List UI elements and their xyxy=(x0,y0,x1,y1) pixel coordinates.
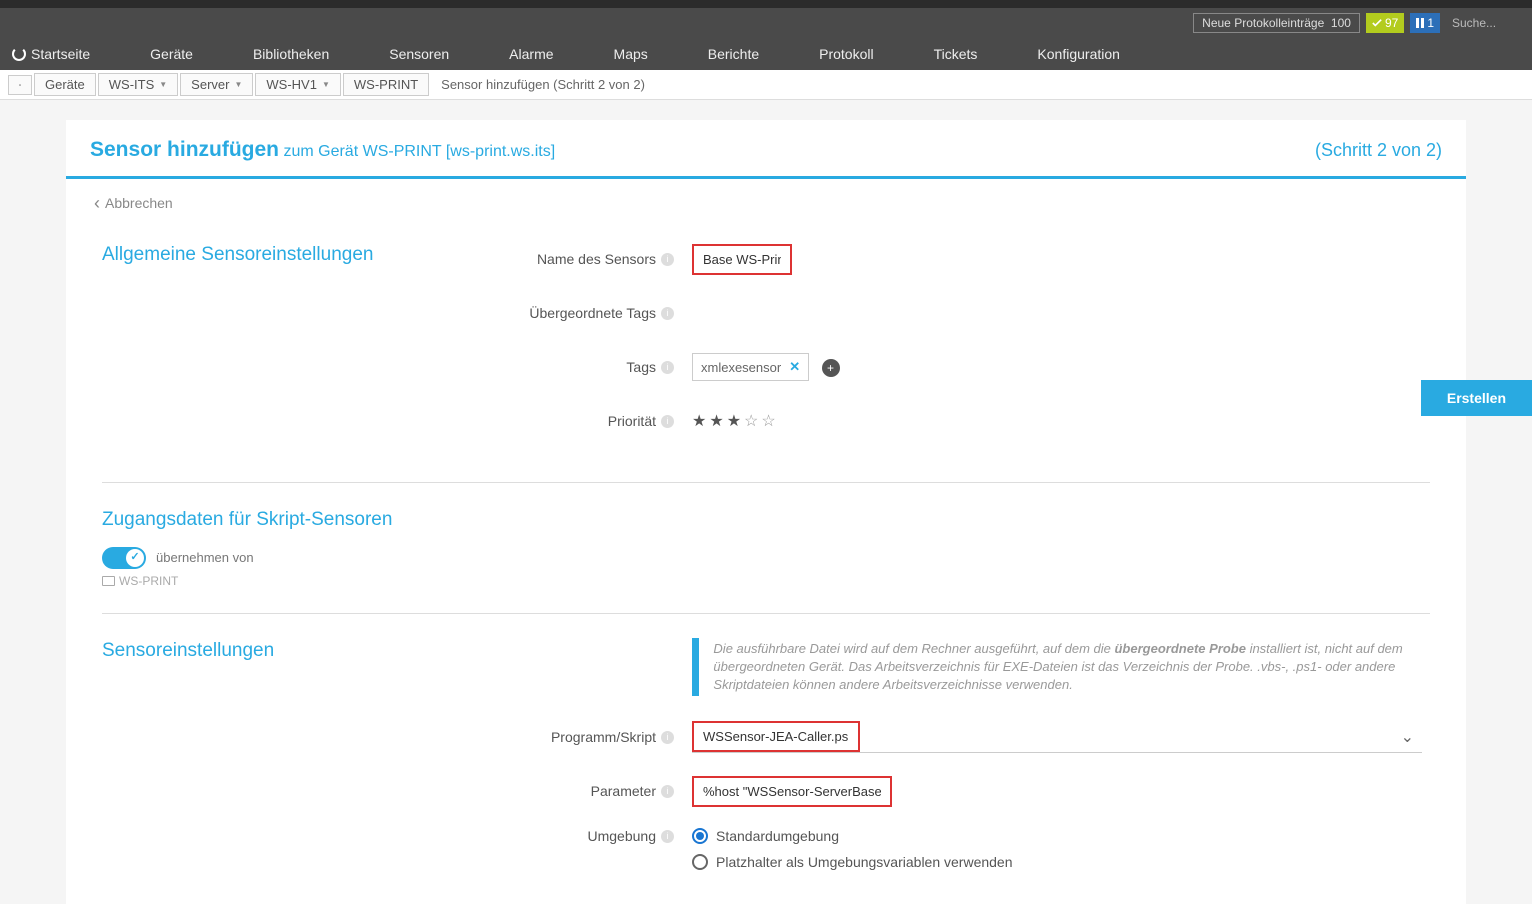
radio-checked-icon xyxy=(692,828,708,844)
search-input[interactable]: Suche... xyxy=(1446,14,1526,32)
tag-pill: xmlexesensor ✕ xyxy=(692,353,809,381)
info-icon[interactable]: i xyxy=(661,785,674,798)
nav-alarms[interactable]: Alarme xyxy=(509,46,553,62)
paused-count: 1 xyxy=(1427,16,1434,30)
nav-tickets[interactable]: Tickets xyxy=(934,46,978,62)
info-bar xyxy=(692,638,699,697)
chevron-down-icon: ▼ xyxy=(234,80,242,89)
priority-label: Priorität xyxy=(608,413,656,429)
chevron-down-icon: ▼ xyxy=(159,80,167,89)
info-icon[interactable]: i xyxy=(661,307,674,320)
star-icon: ★ xyxy=(692,411,706,431)
status-ok-badge[interactable]: 97 xyxy=(1366,13,1404,33)
radio-icon xyxy=(692,854,708,870)
env-option-default[interactable]: Standardumgebung xyxy=(692,828,1430,844)
info-icon[interactable]: i xyxy=(661,361,674,374)
tag-text: xmlexesensor xyxy=(701,360,781,375)
inherit-device-name: WS-PRINT xyxy=(119,573,178,589)
info-icon[interactable]: i xyxy=(661,253,674,266)
status-paused-badge[interactable]: 1 xyxy=(1410,13,1440,33)
breadcrumb-group-wsits[interactable]: WS-ITS ▼ xyxy=(98,73,178,96)
pause-icon xyxy=(1416,18,1424,28)
tag-add-button[interactable]: + xyxy=(822,359,840,377)
environment-label: Umgebung xyxy=(588,828,657,844)
tag-remove-icon[interactable]: ✕ xyxy=(789,359,800,375)
parameter-label: Parameter xyxy=(591,783,656,799)
protocol-label: Neue Protokolleinträge xyxy=(1202,16,1324,30)
star-empty-icon: ☆ xyxy=(761,411,775,431)
refresh-icon xyxy=(12,47,26,61)
ok-count: 97 xyxy=(1385,16,1398,30)
nav-libraries[interactable]: Bibliotheken xyxy=(253,46,329,62)
create-button[interactable]: Erstellen xyxy=(1421,380,1532,416)
section-credentials: Zugangsdaten für Skript-Sensoren xyxy=(102,507,412,533)
step-indicator: (Schritt 2 von 2) xyxy=(1315,140,1442,161)
nav-maps[interactable]: Maps xyxy=(614,46,648,62)
breadcrumb-home[interactable] xyxy=(8,75,32,95)
cancel-link[interactable]: Abbrechen xyxy=(94,195,173,211)
info-text: Die ausführbare Datei wird auf dem Rechn… xyxy=(713,638,1430,697)
device-icon xyxy=(102,576,115,586)
nav-config[interactable]: Konfiguration xyxy=(1037,46,1120,62)
chevron-down-icon: ▼ xyxy=(322,80,330,89)
page-title: Sensor hinzufügen xyxy=(90,138,279,161)
page-title-device: zum Gerät WS-PRINT [ws-print.ws.its] xyxy=(283,143,555,160)
check-icon: ✓ xyxy=(130,550,139,565)
section-general-settings: Allgemeine Sensoreinstellungen xyxy=(102,242,412,458)
breadcrumb-devices[interactable]: Geräte xyxy=(34,73,96,96)
protocol-entries-badge[interactable]: Neue Protokolleinträge 100 xyxy=(1193,13,1360,33)
star-icon: ★ xyxy=(727,411,741,431)
inherit-label: übernehmen von xyxy=(156,549,254,567)
breadcrumb-device-wsprint[interactable]: WS-PRINT xyxy=(343,73,429,96)
section-sensor-settings: Sensoreinstellungen xyxy=(102,638,412,891)
info-icon[interactable]: i xyxy=(661,830,674,843)
nav-reports[interactable]: Berichte xyxy=(708,46,759,62)
env-option-placeholder[interactable]: Platzhalter als Umgebungsvariablen verwe… xyxy=(692,854,1430,870)
priority-stars[interactable]: ★ ★ ★ ☆ ☆ xyxy=(692,411,1430,431)
breadcrumb-current: Sensor hinzufügen (Schritt 2 von 2) xyxy=(431,74,655,95)
parameter-input[interactable] xyxy=(692,776,892,807)
parent-tags-label: Übergeordnete Tags xyxy=(529,305,656,321)
nav-home[interactable]: Startseite xyxy=(12,46,90,62)
check-icon xyxy=(1372,18,1382,28)
sensor-name-label: Name des Sensors xyxy=(537,251,656,267)
breadcrumb: Geräte WS-ITS ▼ Server ▼ WS-HV1 ▼ WS-PRI… xyxy=(0,70,1532,100)
script-select[interactable]: ⌄ xyxy=(692,721,1422,753)
nav-protocol[interactable]: Protokoll xyxy=(819,46,873,62)
breadcrumb-group-wshv1[interactable]: WS-HV1 ▼ xyxy=(255,73,340,96)
protocol-count: 100 xyxy=(1331,16,1351,30)
nav-sensors[interactable]: Sensoren xyxy=(389,46,449,62)
info-icon[interactable]: i xyxy=(661,731,674,744)
chevron-down-icon: ⌄ xyxy=(1393,727,1422,747)
script-label: Programm/Skript xyxy=(551,729,656,745)
star-icon: ★ xyxy=(709,411,723,431)
tags-label: Tags xyxy=(626,359,656,375)
inherit-toggle[interactable]: ✓ xyxy=(102,547,146,569)
star-empty-icon: ☆ xyxy=(744,411,758,431)
breadcrumb-group-server[interactable]: Server ▼ xyxy=(180,73,253,96)
script-value[interactable] xyxy=(692,721,860,752)
info-icon[interactable]: i xyxy=(661,415,674,428)
nav-devices[interactable]: Geräte xyxy=(150,46,193,62)
sensor-name-input[interactable] xyxy=(692,244,792,275)
home-icon xyxy=(19,79,21,91)
